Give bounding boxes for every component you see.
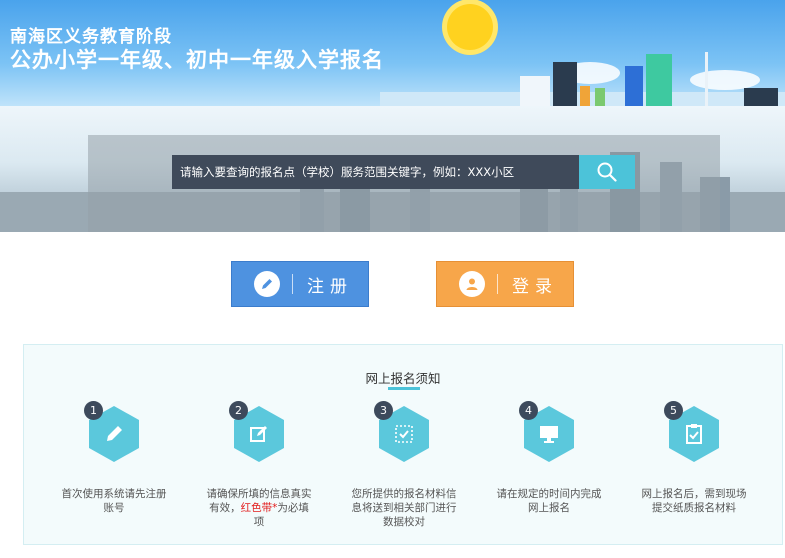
step-4: 4 请在规定的时间内完成网上报名 [484, 401, 614, 515]
register-button[interactable]: 注册 [231, 261, 369, 307]
pencil-icon [107, 426, 122, 441]
monitor-icon [540, 426, 558, 443]
search-placeholder: 请输入要查询的报名点（学校）服务范围关键字，例如：XXX小区 [180, 165, 515, 179]
header-banner: 南海区义务教育阶段 公办小学一年级、初中一年级入学报名 [0, 0, 785, 106]
login-label: 登录 [512, 276, 558, 297]
step-1: 1 首次使用系统请先注册账号 [49, 401, 179, 515]
step-5: 5 网上报名后，需到现场提交纸质报名材料 [629, 401, 759, 515]
search-icon [597, 162, 617, 182]
notice-panel: 网上报名须知 1 首次使用系统请先注册账号 2 请确保所填的信息真实有效，红色带… [23, 344, 783, 545]
step-number: 2 [229, 401, 248, 420]
step-number: 3 [374, 401, 393, 420]
step-2: 2 请确保所填的信息真实有效，红色带*为必填项 [194, 401, 324, 529]
user-icon [459, 271, 485, 297]
required-hint: 红色带* [240, 502, 278, 514]
step-text: 请确保所填的信息真实有效，红色带*为必填项 [206, 488, 312, 528]
step-number: 5 [664, 401, 683, 420]
register-label: 注册 [307, 276, 353, 297]
step-text: 您所提供的报名材料信息将送到相关部门进行数据校对 [351, 488, 457, 528]
sun-icon [447, 4, 493, 50]
notice-title: 网上报名须知 [365, 371, 441, 386]
step-text: 网上报名后，需到现场提交纸质报名材料 [641, 488, 747, 514]
checkbox-icon [395, 425, 413, 443]
step-text: 请在规定的时间内完成网上报名 [496, 488, 602, 514]
edit-icon [250, 426, 267, 442]
pencil-icon [254, 271, 280, 297]
step-text: 首次使用系统请先注册账号 [61, 488, 167, 514]
search-input[interactable]: 请输入要查询的报名点（学校）服务范围关键字，例如：XXX小区 [172, 155, 579, 189]
step-3: 3 您所提供的报名材料信息将送到相关部门进行数据校对 [339, 401, 469, 529]
step-number: 1 [84, 401, 103, 420]
step-number: 4 [519, 401, 538, 420]
login-button[interactable]: 登录 [436, 261, 574, 307]
search-button[interactable] [579, 155, 635, 189]
title-underline [388, 387, 420, 390]
header-title-line2: 公办小学一年级、初中一年级入学报名 [10, 48, 384, 72]
clipboard-icon [686, 424, 702, 444]
